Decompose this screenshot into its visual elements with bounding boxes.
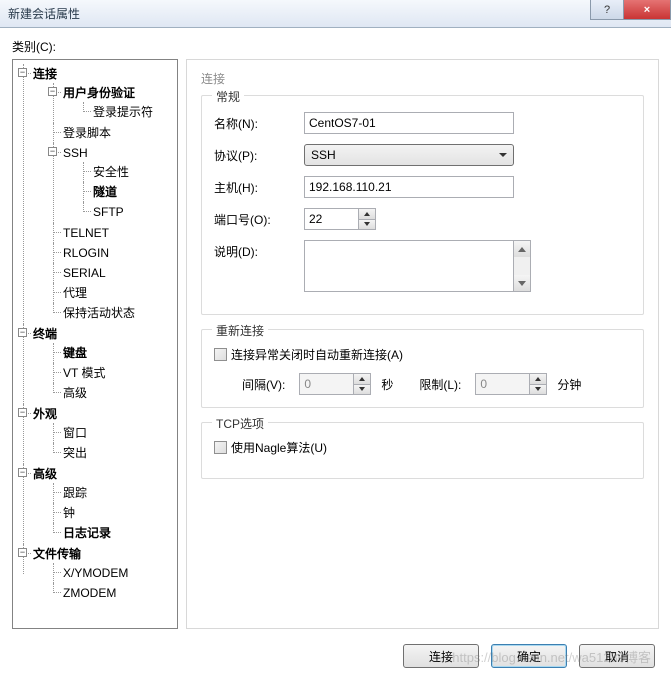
limit-spin-up[interactable] <box>530 374 546 384</box>
tree-logging[interactable]: 日志记录 <box>63 526 111 540</box>
port-spin-down[interactable] <box>359 219 375 230</box>
expand-icon[interactable]: − <box>48 87 57 96</box>
expand-icon[interactable]: − <box>18 408 27 417</box>
tree-security[interactable]: 安全性 <box>93 165 129 179</box>
nagle-checkbox[interactable] <box>214 441 227 454</box>
tree-ssh[interactable]: SSH <box>63 146 88 160</box>
tree-window[interactable]: 窗口 <box>63 426 87 440</box>
protocol-select[interactable]: SSH <box>304 144 514 166</box>
protocol-label: 协议(P): <box>214 147 304 164</box>
tcp-legend: TCP选项 <box>212 415 268 432</box>
reconnect-checkbox[interactable] <box>214 348 227 361</box>
tree-keepalive[interactable]: 保持活动状态 <box>63 306 135 320</box>
expand-icon[interactable]: − <box>18 328 27 337</box>
window-title: 新建会话属性 <box>8 5 80 22</box>
close-button[interactable]: × <box>623 0 671 20</box>
tree-xymodem[interactable]: X/YMODEM <box>63 566 128 580</box>
tree-keyboard[interactable]: 键盘 <box>63 346 87 360</box>
interval-input[interactable] <box>299 373 353 395</box>
host-input[interactable] <box>304 176 514 198</box>
titlebar: 新建会话属性 ? × <box>0 0 671 28</box>
cancel-button[interactable]: 取消 <box>579 644 655 668</box>
reconnect-group: 重新连接 连接异常关闭时自动重新连接(A) 间隔(V): 秒 <box>201 329 644 408</box>
tree-sftp[interactable]: SFTP <box>93 205 124 219</box>
chevron-down-icon <box>499 153 507 157</box>
protocol-value: SSH <box>311 148 336 162</box>
tree-vtmode[interactable]: VT 模式 <box>63 366 105 380</box>
scroll-up-icon[interactable] <box>514 241 530 257</box>
limit-input[interactable] <box>475 373 529 395</box>
general-group: 常规 名称(N): 协议(P): SSH 主机(H): <box>201 95 644 315</box>
expand-icon[interactable]: − <box>18 68 27 77</box>
expand-icon[interactable]: − <box>18 468 27 477</box>
help-button[interactable]: ? <box>590 0 624 20</box>
tree-serial[interactable]: SERIAL <box>63 266 106 280</box>
interval-spin-down[interactable] <box>354 384 370 395</box>
tree-trace[interactable]: 跟踪 <box>63 486 87 500</box>
tree-highlight[interactable]: 突出 <box>63 446 87 460</box>
category-label: 类别(C): <box>12 38 659 55</box>
button-bar: 连接 确定 取消 <box>12 636 659 668</box>
tcp-group: TCP选项 使用Nagle算法(U) <box>201 422 644 479</box>
interval-label: 间隔(V): <box>242 376 285 393</box>
host-label: 主机(H): <box>214 179 304 196</box>
tree-bell[interactable]: 钟 <box>63 506 75 520</box>
expand-icon[interactable]: − <box>18 548 27 557</box>
minutes-label: 分钟 <box>557 376 581 393</box>
seconds-label: 秒 <box>381 376 393 393</box>
tree-proxy[interactable]: 代理 <box>63 286 87 300</box>
tree-appearance[interactable]: 外观 <box>33 407 57 421</box>
nagle-label: 使用Nagle算法(U) <box>231 439 327 456</box>
tree-auth[interactable]: 用户身份验证 <box>63 86 135 100</box>
interval-spin-up[interactable] <box>354 374 370 384</box>
name-label: 名称(N): <box>214 115 304 132</box>
limit-spin-down[interactable] <box>530 384 546 395</box>
ok-button[interactable]: 确定 <box>491 644 567 668</box>
tree-login-prompt[interactable]: 登录提示符 <box>93 105 153 119</box>
tree-telnet[interactable]: TELNET <box>63 226 109 240</box>
tree-filetransfer[interactable]: 文件传输 <box>33 547 81 561</box>
tree-advanced-term[interactable]: 高级 <box>63 386 87 400</box>
tree-tunnel[interactable]: 隧道 <box>93 185 117 199</box>
tree-zmodem[interactable]: ZMODEM <box>63 586 116 600</box>
expand-icon[interactable]: − <box>48 147 57 156</box>
reconnect-legend: 重新连接 <box>212 322 268 339</box>
desc-textarea[interactable] <box>304 240 514 292</box>
content-pane: 连接 常规 名称(N): 协议(P): <box>186 59 659 629</box>
port-spin-up[interactable] <box>359 209 375 219</box>
tree-terminal[interactable]: 终端 <box>33 327 57 341</box>
reconnect-check-label: 连接异常关闭时自动重新连接(A) <box>231 346 403 363</box>
port-label: 端口号(O): <box>214 211 304 228</box>
desc-label: 说明(D): <box>214 240 304 260</box>
pane-heading: 连接 <box>201 70 644 87</box>
category-tree[interactable]: − 连接 − 用户身份验证 登录提示符 登录脚本 <box>12 59 178 629</box>
tree-login-script[interactable]: 登录脚本 <box>63 126 111 140</box>
port-input[interactable] <box>304 208 358 230</box>
limit-label: 限制(L): <box>419 376 461 393</box>
tree-rlogin[interactable]: RLOGIN <box>63 246 109 260</box>
tree-advanced[interactable]: 高级 <box>33 467 57 481</box>
connect-button[interactable]: 连接 <box>403 644 479 668</box>
desc-scrollbar[interactable] <box>514 240 531 292</box>
tree-connection[interactable]: 连接 <box>33 67 57 81</box>
scroll-down-icon[interactable] <box>514 275 530 291</box>
name-input[interactable] <box>304 112 514 134</box>
general-legend: 常规 <box>212 88 244 105</box>
